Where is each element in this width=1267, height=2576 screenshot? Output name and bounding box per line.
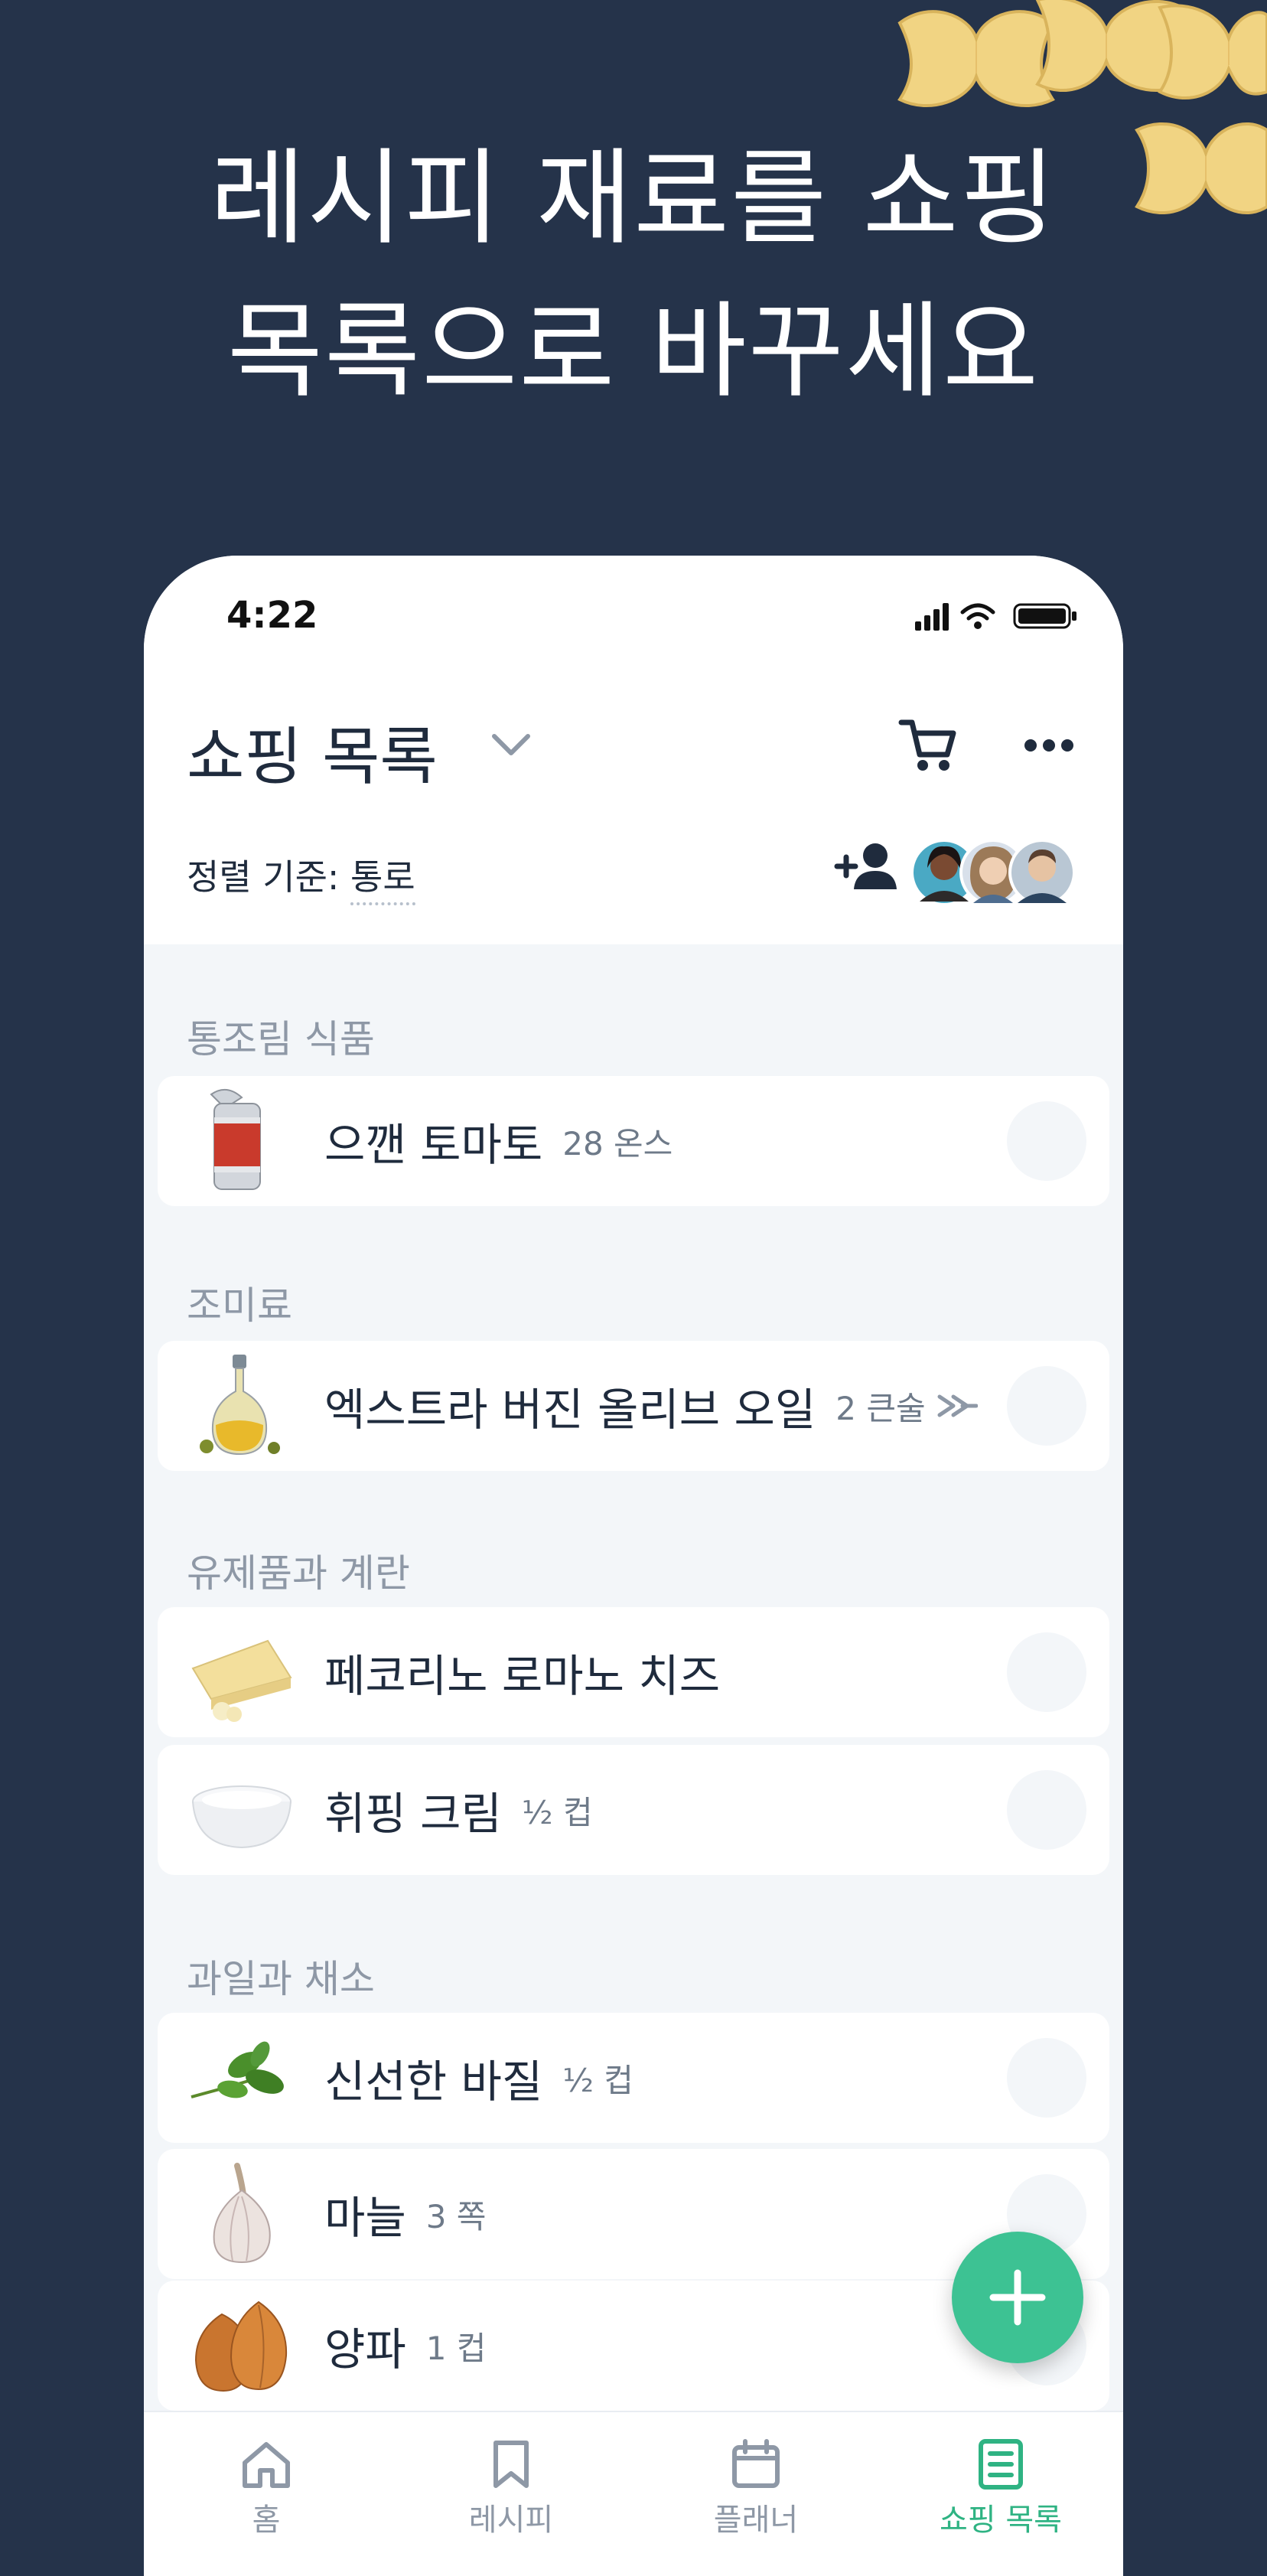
item-quantity: 3 쪽 [425,2197,487,2235]
farfalle-pasta-decoration [897,0,1267,215]
more-options-icon[interactable] [1024,736,1074,755]
avatar [1008,839,1076,906]
wifi-icon [960,603,995,621]
item-name: 양파 [324,2323,406,2375]
item-text: 마늘 3 쪽 [324,2149,486,2279]
section-header: 과일과 채소 [187,1957,375,2001]
item-text: 엑스트라 버진 올리브 오일 2 큰술 [324,1341,978,1471]
cart-icon[interactable] [898,715,959,776]
phone-screen: 4:22 쇼핑 목록 정렬 기준: 통로 통조림 식품 으깬 토마토 28 온스… [144,556,1123,2576]
status-icons [915,603,1076,631]
tab-planner[interactable]: 플래너 [634,2412,878,2576]
tab-label: 레시피 [468,2503,554,2538]
linked-recipe-icon [937,1394,978,1417]
item-name: 페코리노 로마노 치즈 [324,1650,721,1702]
list-item[interactable]: 으깬 토마토 28 온스 [158,1076,1109,1206]
tab-shopping-list[interactable]: 쇼핑 목록 [878,2412,1123,2576]
plus-icon [989,2269,1046,2326]
item-quantity: 2 큰술 [835,1389,926,1427]
item-checkbox[interactable] [1007,1632,1086,1712]
section-header: 통조림 식품 [187,1017,375,1061]
item-text: 양파 1 컵 [324,2281,486,2411]
section-header: 유제품과 계란 [187,1551,410,1596]
item-text: 신선한 바질 ½ 컵 [324,2013,634,2143]
item-checkbox[interactable] [1007,1366,1086,1446]
item-quantity: ½ 컵 [562,2061,634,2099]
item-checkbox[interactable] [1007,1101,1086,1181]
item-quantity: 1 컵 [425,2329,487,2367]
list-item[interactable]: 페코리노 로마노 치즈 [158,1607,1109,1737]
item-name: 마늘 [324,2192,406,2244]
tab-recipes[interactable]: 레시피 [389,2412,634,2576]
item-checkbox[interactable] [1007,2038,1086,2118]
page-title[interactable]: 쇼핑 목록 [187,706,438,797]
sort-prefix: 정렬 기준: [187,856,351,898]
list-icon [979,2439,1023,2490]
tab-bar: 홈 레시피 플래너 쇼핑 목록 [144,2411,1123,2576]
item-text: 휘핑 크림 ½ 컵 [324,1745,593,1875]
item-name: 엑스트라 버진 올리브 오일 [324,1384,816,1436]
collaborator-avatars[interactable] [909,837,1077,908]
chevron-down-icon[interactable] [490,730,533,761]
tab-label: 플래너 [713,2503,799,2538]
item-text: 으깬 토마토 28 온스 [324,1076,673,1206]
item-quantity: ½ 컵 [521,1793,593,1831]
item-checkbox[interactable] [1007,1770,1086,1850]
battery-icon [1013,603,1076,629]
list-item[interactable]: 휘핑 크림 ½ 컵 [158,1745,1109,1875]
bookmark-icon [493,2441,529,2488]
item-text: 페코리노 로마노 치즈 [324,1607,740,1737]
tab-label: 쇼핑 목록 [940,2503,1062,2538]
add-person-icon[interactable] [832,839,901,892]
list-item[interactable]: 신선한 바질 ½ 컵 [158,2013,1109,2143]
item-name: 휘핑 크림 [324,1788,502,1840]
headline-line-2: 목록으로 바꾸세요 [226,292,1041,412]
add-item-button[interactable] [952,2232,1083,2363]
tab-home[interactable]: 홈 [144,2412,389,2576]
item-quantity: 28 온스 [562,1124,673,1162]
home-icon [243,2442,290,2488]
item-name: 으깬 토마토 [324,1119,543,1171]
list-item[interactable]: 엑스트라 버진 올리브 오일 2 큰술 [158,1341,1109,1471]
item-name: 신선한 바질 [324,2056,543,2108]
tab-label: 홈 [252,2503,281,2538]
calendar-icon [732,2439,780,2488]
section-header: 조미료 [187,1283,292,1328]
sort-value[interactable]: 통로 [350,856,415,905]
signal-icon [915,603,949,631]
sort-selector[interactable]: 정렬 기준: 통로 [187,849,415,905]
status-time: 4:22 [226,594,318,637]
